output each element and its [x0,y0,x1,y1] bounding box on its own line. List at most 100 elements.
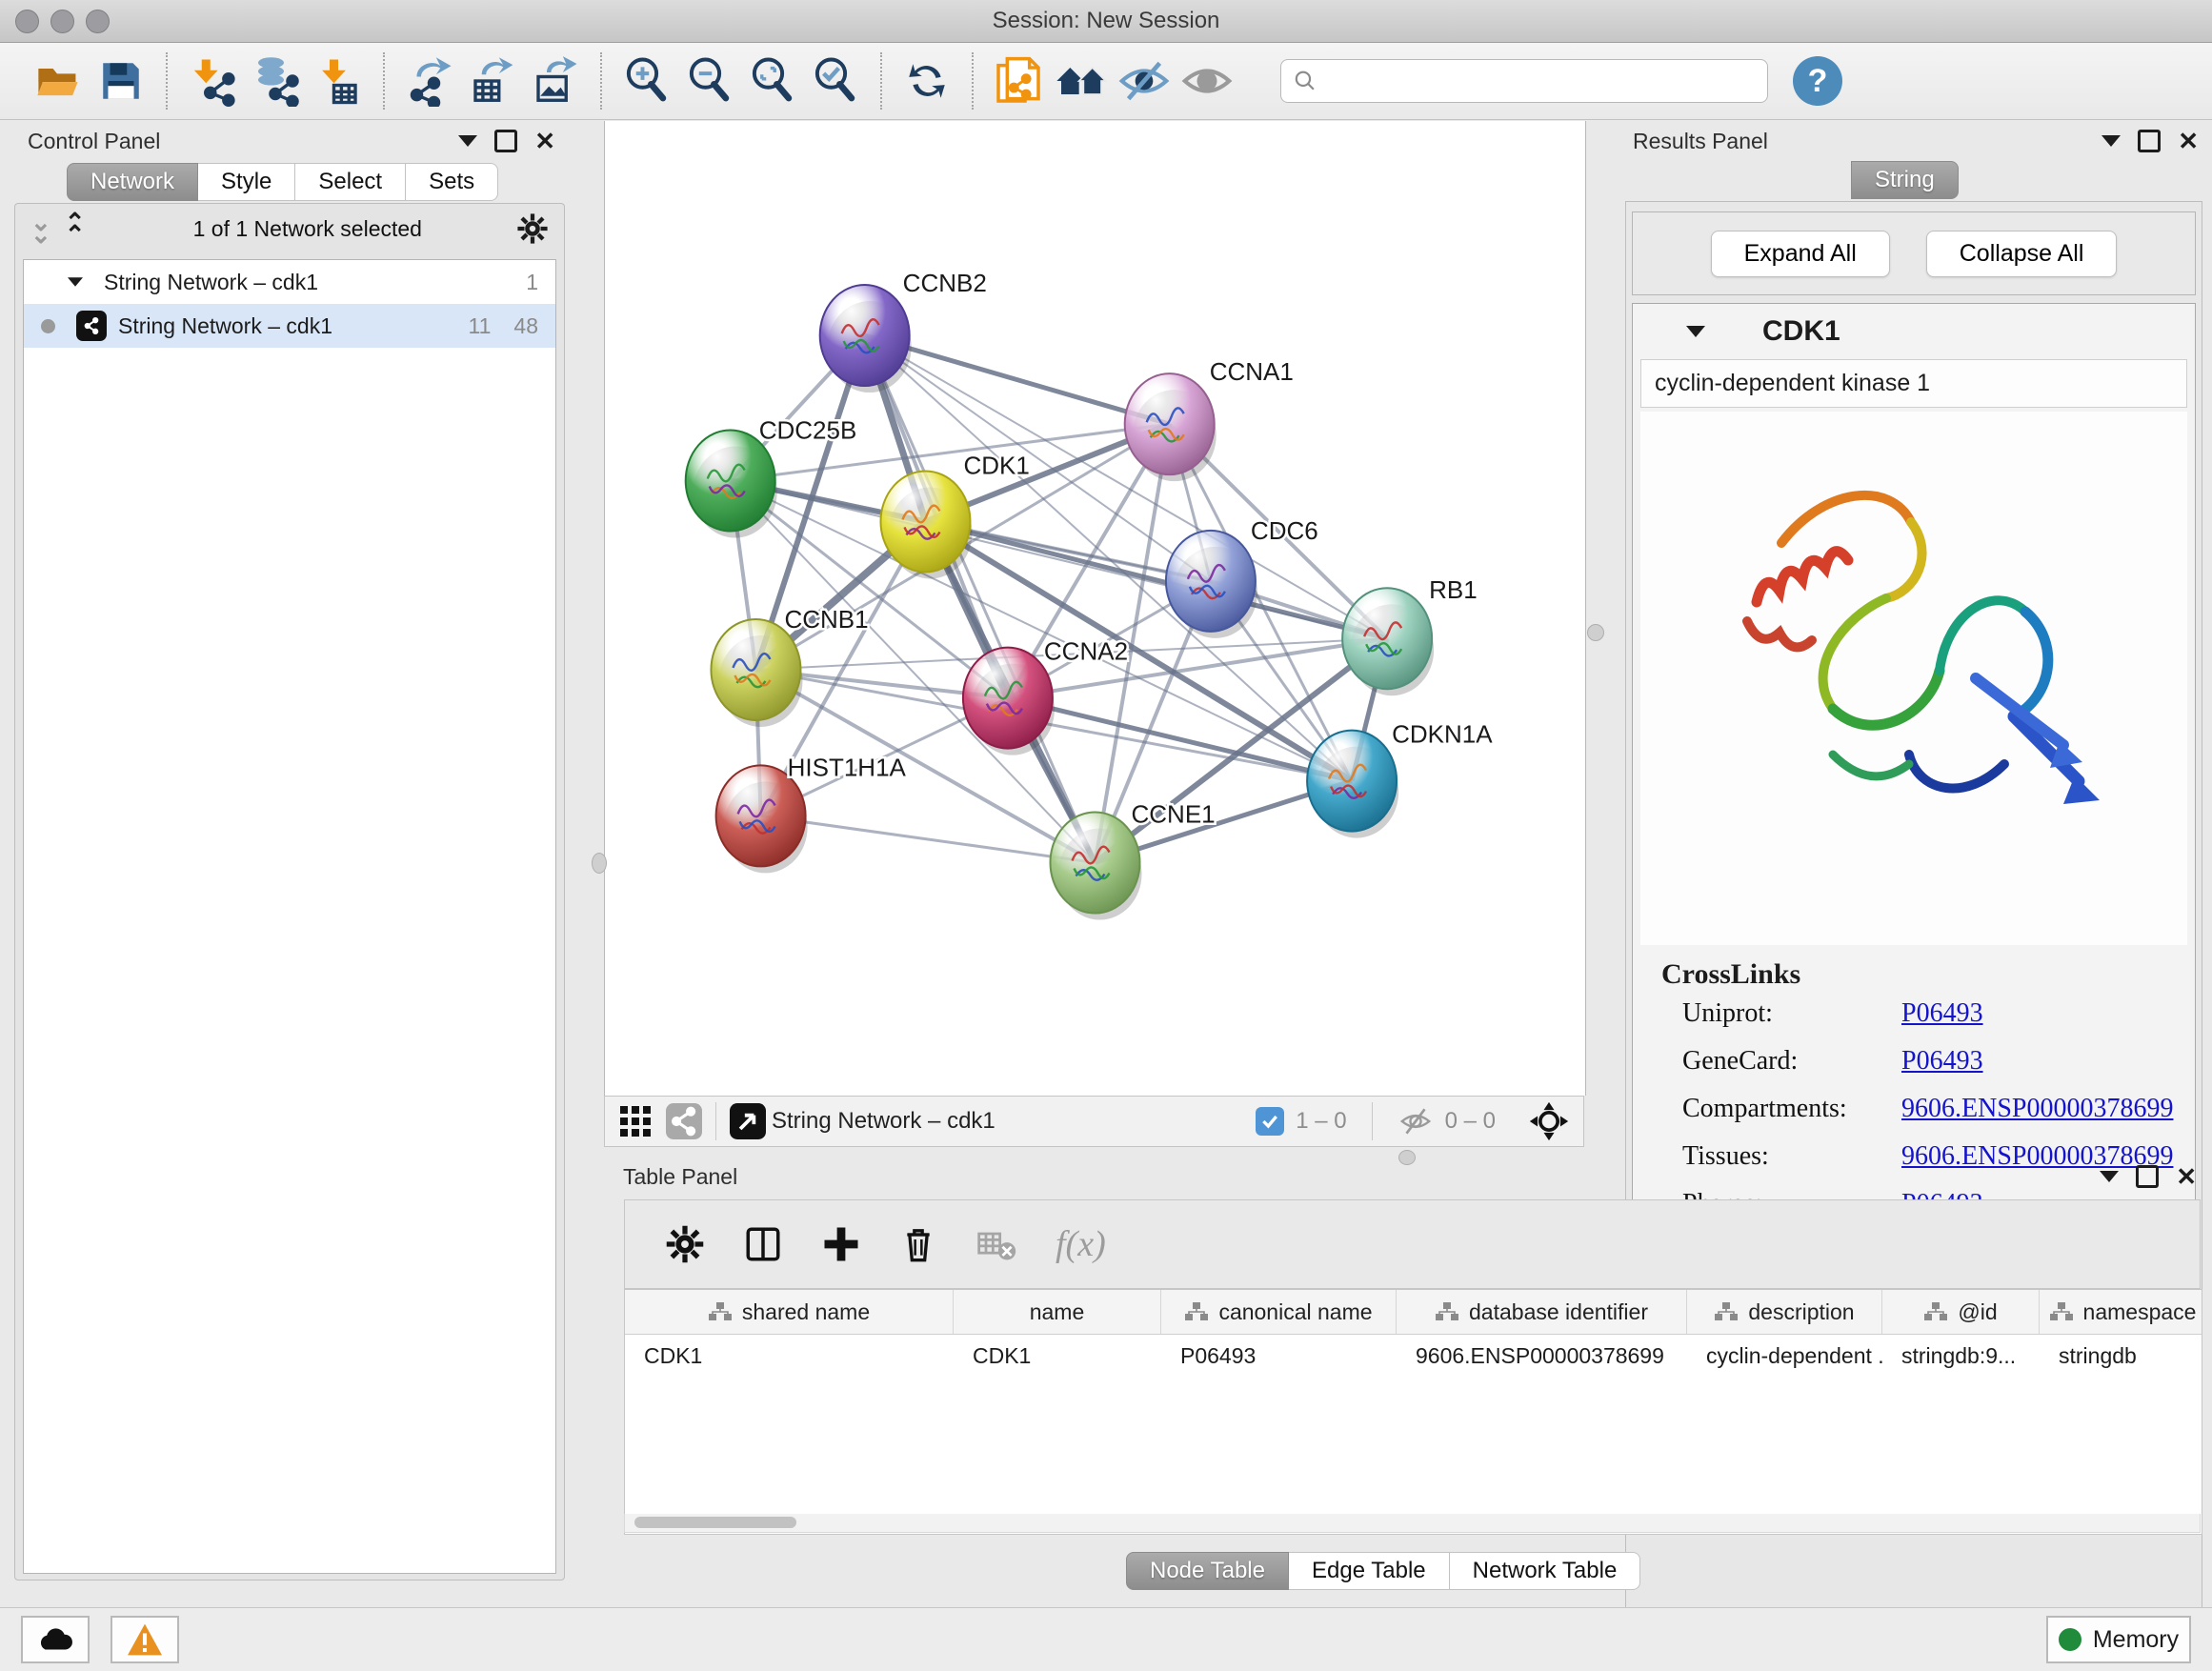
panel-close-icon[interactable]: ✕ [534,129,555,153]
network-view-canvas[interactable]: CCNB2CCNA1CDC25BCDK1CDC6RB1CCNB1CCNA2CDK… [604,121,1586,1096]
delete-table-icon[interactable] [975,1223,1017,1265]
panel-float-icon[interactable] [494,130,517,152]
network-node-count: 11 [469,313,492,339]
expand-all-networks-icon[interactable]: ⌃⌃ [65,216,86,241]
table-cell[interactable]: stringdb [2040,1335,2202,1377]
show-columns-icon[interactable] [743,1224,783,1264]
table-horizontal-scrollbar[interactable] [624,1514,2201,1533]
tab-string[interactable]: String [1851,161,1959,199]
column-header-shared-name[interactable]: shared name [625,1290,954,1334]
node-CDC6[interactable]: CDC6 [1166,516,1318,638]
crosslink-link[interactable]: 9606.ENSP00000378699 [1901,1094,2173,1124]
refresh-view-button[interactable] [895,50,958,112]
expand-all-button[interactable]: Expand All [1711,231,1890,277]
memory-button[interactable]: Memory [2046,1616,2191,1663]
string-home-button[interactable] [1050,50,1113,112]
panel-menu-icon[interactable] [458,135,477,147]
birdseye-view-icon[interactable] [730,1103,766,1139]
grid-mode-icon[interactable] [618,1104,653,1138]
import-table-from-file-button[interactable] [307,50,370,112]
table-cell[interactable]: stringdb:9... [1882,1335,2040,1377]
export-image-button[interactable] [524,50,587,112]
network-row[interactable]: String Network – cdk1 11 48 [24,304,555,348]
edge-CCNB2-CCNE1[interactable] [865,335,1096,862]
hide-glass-pane-button[interactable] [1113,50,1176,112]
table-cell[interactable]: CDK1 [954,1335,1161,1377]
node-CCNA2[interactable]: CCNA2 [963,637,1128,755]
table-cell[interactable]: 9606.ENSP00000378699 [1397,1335,1687,1377]
column-header-name[interactable]: name [954,1290,1161,1334]
zoom-fit-button[interactable] [741,50,804,112]
open-session-button[interactable] [27,50,90,112]
tab-style[interactable]: Style [198,163,295,201]
column-header-canonical-name[interactable]: canonical name [1161,1290,1397,1334]
column-type-icon [1714,1301,1739,1322]
zoom-out-button[interactable] [678,50,741,112]
column-header-database-identifier[interactable]: database identifier [1397,1290,1687,1334]
panel-close-icon[interactable]: ✕ [2176,1164,2197,1189]
crosslink-link[interactable]: P06493 [1901,1046,1983,1077]
search-input[interactable] [1317,68,1756,94]
function-builder-icon[interactable]: f(x) [1056,1223,1106,1265]
left-splitter-handle[interactable] [592,853,607,874]
column-header-id[interactable]: @id [1882,1290,2040,1334]
panel-menu-icon[interactable] [2101,135,2121,147]
node-CDK1[interactable]: CDK1 [880,451,1029,578]
panel-float-icon[interactable] [2138,130,2161,152]
tab-select[interactable]: Select [295,163,406,201]
table-cell[interactable]: P06493 [1161,1335,1397,1377]
zoom-in-button[interactable] [615,50,678,112]
tab-network-table[interactable]: Network Table [1450,1552,1641,1590]
tab-sets[interactable]: Sets [406,163,498,201]
column-header-label: database identifier [1469,1299,1648,1325]
tab-network[interactable]: Network [67,163,198,201]
string-import-button[interactable] [987,50,1050,112]
export-network-button[interactable] [398,50,461,112]
node-CDC25B[interactable]: CDC25B [686,415,857,537]
scrollbar-thumb[interactable] [634,1517,796,1528]
warnings-button[interactable] [111,1616,179,1663]
collapse-all-button[interactable]: Collapse All [1926,231,2118,277]
table-cell[interactable]: CDK1 [625,1335,954,1377]
node-CCNB2[interactable]: CCNB2 [820,269,987,393]
network-collection-row[interactable]: String Network – cdk1 1 [24,260,555,304]
export-table-button[interactable] [461,50,524,112]
protein-expander-icon[interactable] [1686,326,1705,337]
network-options-gear-icon[interactable] [516,212,549,245]
right-splitter-handle[interactable] [1587,624,1604,641]
open-folder-icon [33,56,83,106]
fit-selected-crosshair-icon[interactable] [1528,1100,1570,1142]
help-button[interactable]: ? [1793,56,1842,106]
collapse-all-networks-icon[interactable]: ⌄⌄ [30,216,51,241]
edge-HIST1H1A-CCNE1[interactable] [761,815,1096,862]
node-CCNE1[interactable]: CCNE1 [1051,800,1216,920]
hidden-eye-icon[interactable] [1398,1103,1434,1139]
show-glass-pane-button[interactable] [1176,50,1238,112]
column-header-namespace[interactable]: namespace [2040,1290,2202,1334]
tab-edge-table[interactable]: Edge Table [1289,1552,1450,1590]
create-column-plus-icon[interactable] [821,1224,861,1264]
column-header-description[interactable]: description [1687,1290,1882,1334]
save-session-button[interactable] [90,50,152,112]
import-network-from-file-button[interactable] [181,50,244,112]
network-edges[interactable] [731,335,1387,862]
edge-CCNA2-CDKN1A[interactable] [1008,698,1352,781]
panel-menu-icon[interactable] [2100,1171,2119,1182]
cloud-status-button[interactable] [21,1616,90,1663]
collection-expander-icon[interactable] [68,277,83,287]
selected-checkbox-icon[interactable] [1256,1107,1284,1136]
table-options-gear-icon[interactable] [665,1224,705,1264]
crosslink-link[interactable]: P06493 [1901,998,1983,1029]
panel-float-icon[interactable] [2136,1165,2159,1188]
tab-node-table[interactable]: Node Table [1126,1552,1289,1590]
node-RB1[interactable]: RB1 [1342,575,1478,695]
panel-close-icon[interactable]: ✕ [2178,129,2199,153]
node-CDKN1A[interactable]: CDKN1A [1307,720,1493,838]
import-network-from-database-button[interactable] [244,50,307,112]
table-cell[interactable]: cyclin-dependent ... [1687,1335,1882,1377]
view-mode-share-icon[interactable] [666,1103,702,1139]
zoom-selected-button[interactable] [804,50,867,112]
table-row[interactable]: CDK1CDK1P064939606.ENSP00000378699cyclin… [625,1335,2202,1377]
node-HIST1H1A[interactable]: HIST1H1A [716,753,907,873]
delete-column-trash-icon[interactable] [899,1225,937,1263]
